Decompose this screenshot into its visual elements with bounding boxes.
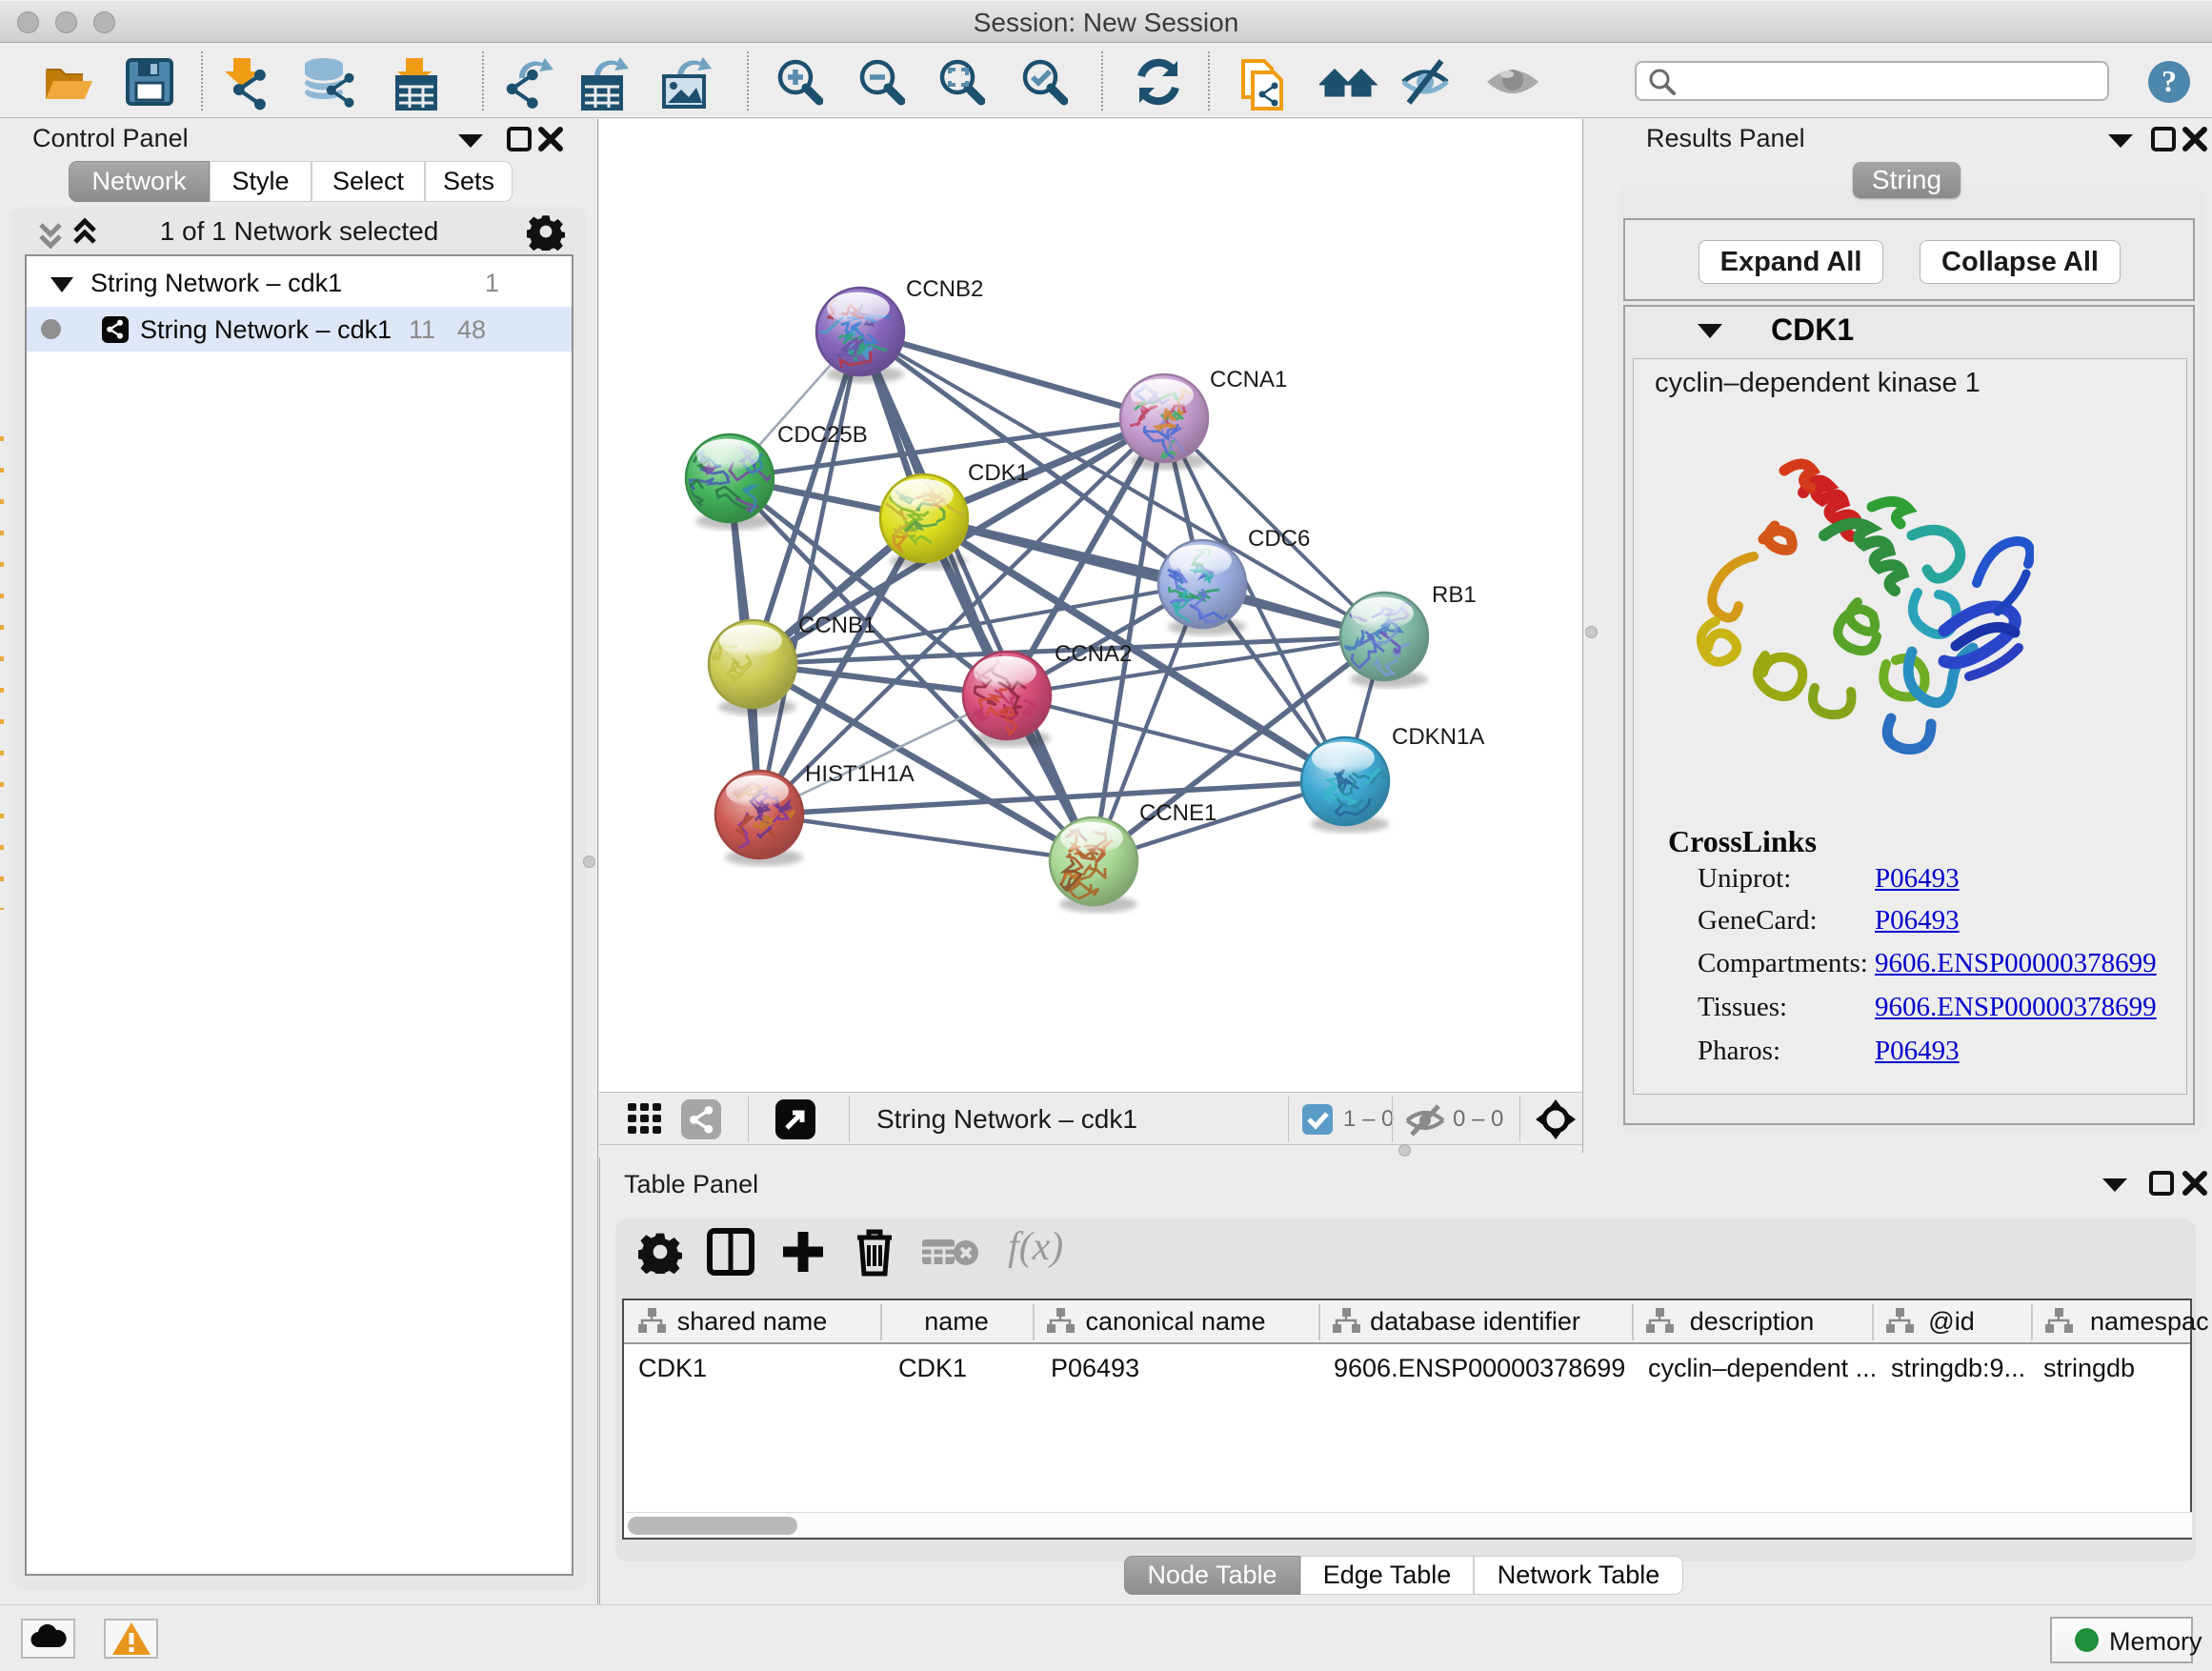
svg-text:CDC25B: CDC25B (777, 422, 868, 448)
svg-text:CCNB2: CCNB2 (906, 276, 983, 302)
svg-text:CCNA1: CCNA1 (1210, 367, 1287, 393)
svg-text:CDKN1A: CDKN1A (1392, 724, 1484, 750)
svg-text:?: ? (2162, 64, 2177, 98)
svg-text:CDK1: CDK1 (968, 460, 1029, 486)
svg-text:HIST1H1A: HIST1H1A (805, 761, 915, 787)
svg-text:RB1: RB1 (1432, 582, 1477, 608)
svg-text:CCNB1: CCNB1 (798, 613, 875, 638)
svg-text:CCNE1: CCNE1 (1139, 800, 1217, 826)
svg-text:CCNA2: CCNA2 (1055, 641, 1132, 667)
svg-text:CDC6: CDC6 (1248, 526, 1310, 552)
